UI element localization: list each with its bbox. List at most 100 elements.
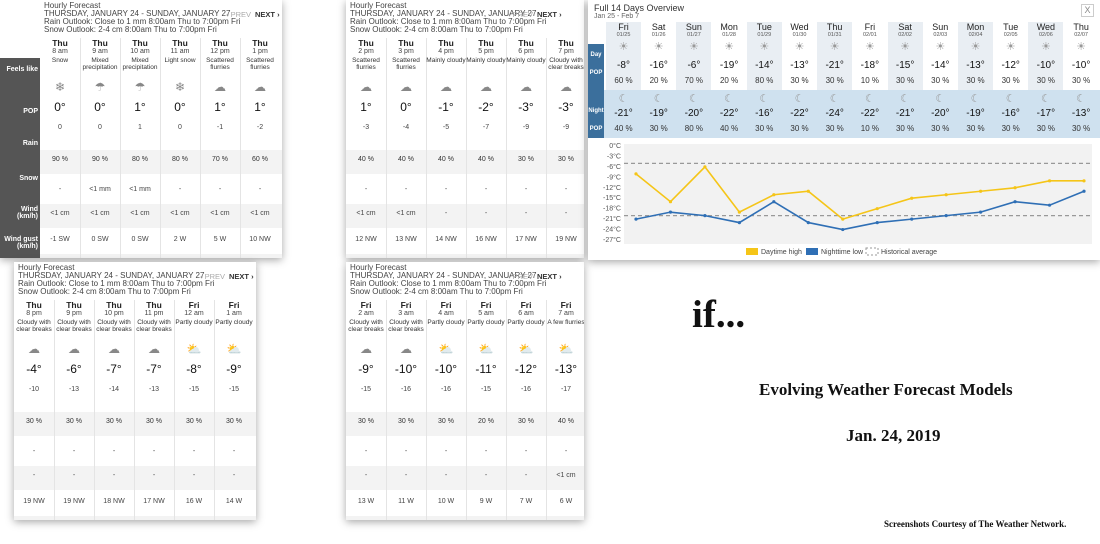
- prev-link[interactable]: ‹ PREV: [508, 10, 533, 19]
- hour-snow: <1 cm: [250, 210, 270, 217]
- day-pop: 30 %: [825, 76, 844, 85]
- label-wind: Wind (km/h): [17, 206, 38, 220]
- hour-wind: 19 NW: [23, 498, 45, 505]
- next-link[interactable]: NEXT ›: [537, 10, 562, 19]
- close-button[interactable]: X: [1081, 4, 1094, 17]
- hour-condition: Scattered flurries: [206, 57, 234, 71]
- hour-day: Thu: [518, 38, 534, 48]
- hour-feels-like: -16: [520, 386, 532, 393]
- day-date: 02/04: [968, 32, 983, 38]
- hour-feels-like: -4: [402, 124, 410, 131]
- hour-temp: -11°: [475, 362, 497, 376]
- night-low: -20°: [684, 108, 704, 119]
- hour-snow: -: [112, 472, 116, 479]
- prev-link[interactable]: ‹ PREV: [508, 272, 533, 281]
- partly-cloudy-icon: ⛅: [438, 342, 454, 356]
- label-feels: Feels like: [6, 66, 38, 73]
- next-link[interactable]: NEXT ›: [537, 272, 562, 281]
- hour-time: 9 pm: [66, 310, 82, 317]
- hour-column: Thu 12 pm Scattered flurries ☁ 1° -1 70 % - <1 c…: [200, 38, 240, 258]
- day-pop: 30 %: [1001, 76, 1020, 85]
- hour-temp: -4°: [26, 362, 42, 376]
- sun-icon: ☀: [724, 41, 735, 53]
- label-pop: POP: [23, 108, 38, 115]
- day-high: -10°: [1071, 60, 1091, 71]
- next-link[interactable]: NEXT ›: [229, 272, 254, 281]
- hour-wind: 14 W: [225, 498, 243, 505]
- hour-rain: -: [192, 448, 196, 455]
- hour-column: Fri 2 am Cloudy with clear breaks ☁ -9° -15 30…: [346, 300, 386, 520]
- sun-icon: ☀: [653, 41, 664, 53]
- night-pop: 30 %: [649, 124, 668, 133]
- hour-time: 4 am: [438, 310, 454, 317]
- hour-pop: 30 %: [186, 418, 202, 425]
- day-date: 01/26: [651, 32, 666, 38]
- y-tick-label: -12°C: [603, 184, 621, 192]
- hour-snow: <1 cm: [90, 210, 110, 217]
- hour-rain: -: [364, 448, 368, 455]
- night-pop: 10 %: [860, 124, 879, 133]
- hour-day: Fri: [360, 300, 372, 310]
- hour-rain: -: [152, 448, 156, 455]
- cloud-moon-icon: ☁: [28, 342, 40, 356]
- hour-temp: -9°: [358, 362, 374, 376]
- hour-feels-like: -1: [216, 124, 224, 131]
- day-date: 02/01: [863, 32, 877, 38]
- legend-label: Nighttime low: [821, 249, 864, 256]
- prev-link[interactable]: ‹ PREV: [200, 272, 225, 281]
- hour-snow: <1 cm: [556, 472, 576, 479]
- series-point: [772, 200, 776, 204]
- series-point: [806, 220, 810, 225]
- hour-rain: -: [524, 186, 528, 193]
- hour-snow: -: [32, 472, 36, 479]
- hour-time: 12 am: [184, 310, 204, 317]
- hour-temp: -9°: [226, 362, 242, 376]
- hour-temp: 0°: [54, 100, 66, 114]
- hour-time: 5 pm: [478, 48, 494, 55]
- day-pop: 30 %: [895, 76, 915, 85]
- hour-day: Thu: [26, 300, 42, 310]
- hour-day: Thu: [558, 38, 574, 48]
- hour-feels-like: 0: [58, 124, 62, 131]
- cloud-moon-icon: ☁: [560, 80, 572, 94]
- day-name: Tue: [1003, 22, 1019, 32]
- series-point: [875, 207, 879, 211]
- prev-link[interactable]: ‹ PREV: [226, 10, 251, 19]
- cloud-icon: ☁: [520, 80, 532, 94]
- series-point: [1013, 200, 1017, 204]
- hour-time: 6 am: [518, 310, 534, 317]
- night-low: -19°: [966, 108, 985, 119]
- snow-outlook: Snow Outlook: 2-4 cm 8:00am Thu to 7:00p…: [44, 25, 217, 34]
- overview-day-column: Thu 01/31 ☀ -21° 30 % ☾ -24° 30 %: [817, 22, 853, 140]
- hour-day: Fri: [440, 300, 452, 310]
- hour-day: Thu: [172, 38, 188, 48]
- hour-feels-like: 1: [138, 124, 142, 131]
- night-low: -17°: [1036, 108, 1056, 119]
- cloud-moon-icon: ☁: [360, 342, 372, 356]
- cloud-moon-icon: ☁: [108, 342, 120, 356]
- hour-pop: 80 %: [132, 156, 148, 163]
- hour-pop: 30 %: [438, 418, 454, 425]
- snow-outlook: Snow Outlook: 2-4 cm 8:00am Thu to 7:00p…: [18, 287, 191, 296]
- series-point: [944, 193, 948, 197]
- legend-swatch: [865, 247, 879, 256]
- hour-pop: 30 %: [358, 418, 374, 425]
- hour-condition: Cloudy with clear breaks: [96, 319, 132, 333]
- day-name: Sat: [898, 22, 912, 32]
- hour-snow: -: [232, 472, 236, 479]
- next-link[interactable]: NEXT ›: [255, 10, 280, 19]
- hour-day: Thu: [146, 300, 162, 310]
- hour-wind: 5 W: [213, 236, 227, 243]
- hourly-panel-d: Hourly Forecast THURSDAY, JANUARY 24 - S…: [346, 262, 584, 520]
- hour-time: 2 am: [358, 310, 374, 317]
- day-name: Thu: [826, 22, 843, 32]
- hour-condition: Cloudy with clear breaks: [16, 319, 52, 333]
- hour-temp: -12°: [514, 362, 538, 376]
- partly-cloudy-icon: ⛅: [478, 342, 494, 356]
- sun-icon: ☀: [1076, 41, 1087, 53]
- day-high: -14°: [931, 60, 950, 71]
- hour-column: Thu5 pmMainly cloudy☁-2°-740 %--16 NW24: [466, 38, 506, 258]
- series-point: [910, 217, 914, 221]
- hour-condition: Partly cloudy: [507, 319, 545, 326]
- hourly-header: Hourly Forecast THURSDAY, JANUARY 24 - S…: [346, 0, 584, 38]
